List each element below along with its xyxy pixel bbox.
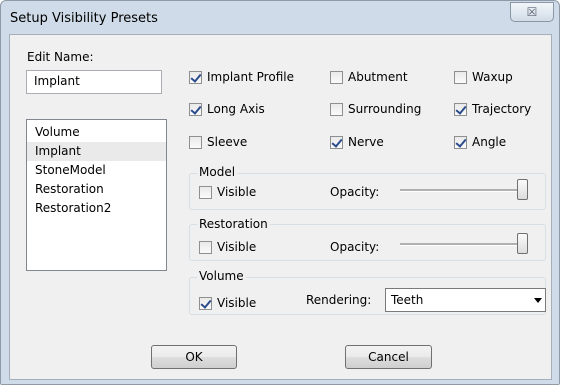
checkbox-label: Abutment [348,70,408,84]
checkbox-box [199,240,212,254]
model-opacity-slider[interactable] [400,178,530,202]
list-item[interactable]: Volume [27,123,166,142]
checkbox-label: Visible [217,185,257,199]
restoration-opacity-label: Opacity: [330,240,380,254]
ok-button-label: OK [185,350,203,364]
edit-name-label: Edit Name: [27,50,94,64]
dialog-window: Setup Visibility Presets ☒ Edit Name: Im… [0,0,560,385]
checkbox-label: Visible [217,296,257,310]
model-visible-checkbox[interactable]: Visible [199,185,256,199]
restoration-opacity-slider[interactable] [400,232,530,256]
waxup-checkbox[interactable]: Waxup [454,70,513,84]
volume-visible-checkbox[interactable]: Visible [199,296,256,310]
list-item[interactable]: StoneModel [27,161,166,180]
dialog-title: Setup Visibility Presets [10,11,158,26]
preset-list[interactable]: Volume Implant StoneModel Restoration Re… [26,119,167,271]
close-button[interactable]: ☒ [510,2,554,22]
cancel-button-label: Cancel [368,350,409,364]
checkbox-box [330,135,343,149]
checkbox-box [454,135,467,149]
close-icon: ☒ [526,5,538,19]
checkbox-box [199,296,212,310]
restoration-visible-checkbox[interactable]: Visible [199,240,256,254]
slider-thumb[interactable] [517,233,528,254]
checkbox-box [189,102,202,116]
model-group-title: Model [197,165,238,179]
ok-button[interactable]: OK [151,345,237,369]
checkbox-label: Waxup [472,70,513,84]
checkbox-label: Sleeve [207,135,248,149]
volume-group-title: Volume [197,269,246,283]
title-bar: Setup Visibility Presets ☒ [1,1,559,34]
checkbox-box [454,102,467,116]
checkbox-box [199,185,212,199]
implant-profile-checkbox[interactable]: Implant Profile [189,70,294,84]
sleeve-checkbox[interactable]: Sleeve [189,135,247,149]
abutment-checkbox[interactable]: Abutment [330,70,408,84]
slider-thumb[interactable] [517,179,528,200]
checkbox-label: Visible [217,240,257,254]
edit-name-value: Implant [34,74,80,88]
surrounding-checkbox[interactable]: Surrounding [330,102,421,116]
checkbox-label: Trajectory [472,102,532,116]
checkbox-box [189,135,202,149]
list-item[interactable]: Restoration [27,180,166,199]
checkbox-box [189,70,202,84]
checkbox-label: Long Axis [207,102,265,116]
edit-name-input[interactable]: Implant [26,70,162,94]
cancel-button[interactable]: Cancel [345,345,432,369]
checkbox-box [330,102,343,116]
trajectory-checkbox[interactable]: Trajectory [454,102,531,116]
slider-track [400,189,528,192]
long-axis-checkbox[interactable]: Long Axis [189,102,265,116]
dialog-client-area: Edit Name: Implant Volume Implant StoneM… [9,34,552,380]
checkbox-label: Nerve [348,135,384,149]
slider-track [400,243,528,246]
list-item[interactable]: Restoration2 [27,199,166,218]
rendering-label: Rendering: [306,293,372,307]
list-item-selected[interactable]: Implant [27,142,166,161]
restoration-group-title: Restoration [197,217,270,231]
rendering-select[interactable]: Teeth [385,288,546,312]
chevron-down-icon[interactable] [534,298,542,303]
checkbox-label: Implant Profile [207,70,294,84]
rendering-value: Teeth [391,293,424,307]
checkbox-label: Surrounding [348,102,422,116]
angle-checkbox[interactable]: Angle [454,135,506,149]
checkbox-box [454,70,467,84]
nerve-checkbox[interactable]: Nerve [330,135,384,149]
checkbox-box [330,70,343,84]
checkbox-label: Angle [472,135,507,149]
model-opacity-label: Opacity: [330,185,380,199]
